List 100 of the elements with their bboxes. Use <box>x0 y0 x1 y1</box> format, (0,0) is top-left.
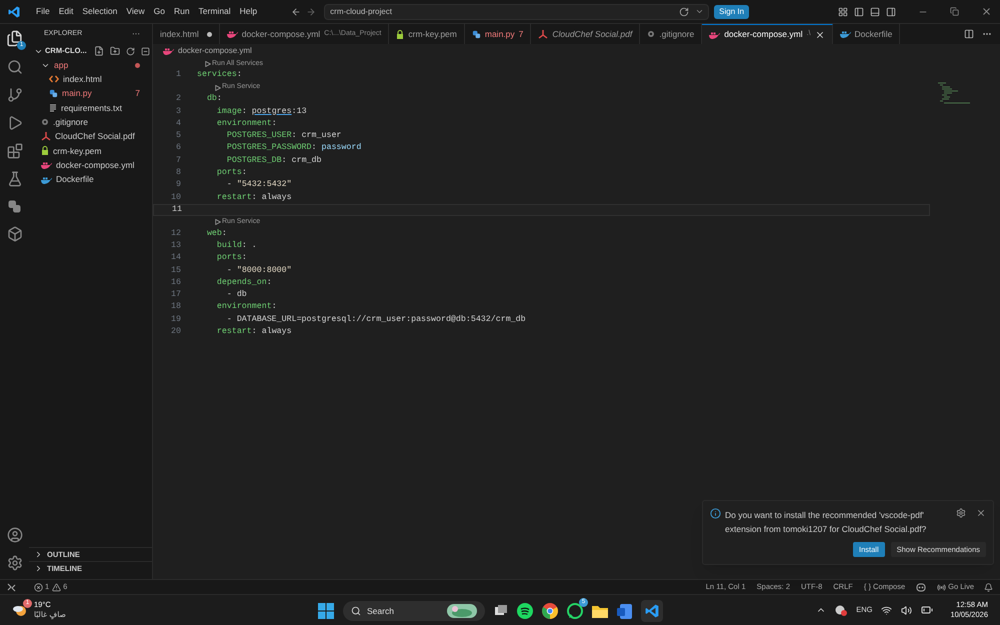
tab-label: main.py <box>484 28 515 40</box>
search-icon[interactable] <box>6 59 22 75</box>
line-number: 7 <box>175 154 181 167</box>
explorer-tree-row[interactable]: index.html <box>29 72 152 87</box>
tab-label: docker-compose.yml <box>724 28 803 41</box>
line-number: 15 <box>170 264 181 277</box>
file-name: Dockerfile <box>56 173 94 186</box>
wifi-icon[interactable] <box>881 604 892 616</box>
chevron-down-icon[interactable] <box>695 7 704 16</box>
bell-icon[interactable] <box>984 582 993 592</box>
code-line: restart: always <box>216 326 292 338</box>
more-actions[interactable]: ··· <box>132 28 140 40</box>
file-name: docker-compose.yml <box>56 158 134 172</box>
whale-file-icon <box>226 30 238 38</box>
close-tab-icon[interactable] <box>814 30 825 40</box>
taskbar-search[interactable]: Search <box>343 601 485 621</box>
close-icon[interactable] <box>976 508 986 518</box>
explorer-tree-row[interactable]: Dockerfile <box>29 172 152 187</box>
pdf-file-icon <box>41 132 51 142</box>
collapse-icon[interactable] <box>140 46 150 56</box>
source-control-icon[interactable] <box>6 87 22 103</box>
remote-icon[interactable] <box>7 582 16 592</box>
forward-icon[interactable] <box>306 6 316 16</box>
sign-in-button[interactable]: Sign In <box>714 4 750 18</box>
settings-icon[interactable] <box>956 508 966 518</box>
search-icon <box>351 606 361 616</box>
spotify-icon[interactable] <box>517 603 533 619</box>
line-number: 3 <box>175 106 181 118</box>
tab-label: docker-compose.yml <box>242 28 320 40</box>
new-file-icon[interactable] <box>94 46 104 56</box>
info-icon <box>710 508 721 519</box>
word-icon[interactable] <box>617 604 632 618</box>
play-outline-icon <box>215 219 221 226</box>
windows-start-icon[interactable] <box>318 603 334 619</box>
flask-icon[interactable] <box>6 171 22 187</box>
restore-icon[interactable] <box>950 7 959 16</box>
code-line: restart: always <box>216 192 292 204</box>
folder-icon[interactable] <box>592 604 608 618</box>
code-line: depends_on: <box>216 276 272 289</box>
warning-icon[interactable] <box>52 582 62 592</box>
play-outline-icon <box>215 84 221 91</box>
menu-item[interactable]: Run <box>170 5 194 18</box>
code-line: environment: <box>216 118 277 130</box>
split-editor-icon[interactable] <box>964 29 974 39</box>
code-line: db: <box>206 93 222 106</box>
task-view-icon[interactable] <box>494 604 508 618</box>
weather-icon[interactable] <box>12 603 28 617</box>
security-icon[interactable] <box>835 604 848 616</box>
code-line: - DATABASE_URL=postgresql://crm_user:password@db:5432/crm_db <box>226 314 526 326</box>
explorer-tree-row[interactable]: CloudChef Social.pdf <box>29 129 152 144</box>
extensions-icon[interactable] <box>6 143 22 159</box>
command-center[interactable]: crm-cloud-project <box>324 4 710 20</box>
close-icon[interactable] <box>981 6 992 17</box>
layout-icon[interactable] <box>838 6 848 16</box>
files-icon[interactable] <box>6 30 23 47</box>
whale-file-icon <box>41 161 52 170</box>
line-number: 5 <box>175 130 181 142</box>
chrome-icon[interactable] <box>542 603 558 619</box>
menu-item[interactable]: View <box>122 5 149 18</box>
battery-icon[interactable] <box>921 604 934 616</box>
explorer-folder-row[interactable]: app <box>29 58 152 72</box>
new-folder-icon[interactable] <box>110 46 120 56</box>
explorer-tree-row[interactable]: crm-key.pem <box>29 144 152 158</box>
volume-icon[interactable] <box>901 604 912 616</box>
menu-item[interactable]: File <box>32 5 54 18</box>
menu-item[interactable]: Selection <box>78 5 122 18</box>
python-icon[interactable] <box>7 199 22 214</box>
explorer-tree-row[interactable]: main.py 7 <box>29 86 152 101</box>
refresh-icon[interactable] <box>126 46 135 56</box>
line-number: 2 <box>175 93 181 106</box>
active-app-tile[interactable] <box>641 600 663 622</box>
error-icon[interactable] <box>34 582 43 592</box>
back-icon[interactable] <box>291 6 302 16</box>
explorer-tree-row[interactable]: docker-compose.yml <box>29 158 152 172</box>
editor-tab[interactable]: Dockerfile <box>832 24 900 44</box>
breadcrumb[interactable]: docker-compose.yml <box>178 45 252 57</box>
tab-label: index.html <box>160 28 199 40</box>
lock-file-icon <box>396 30 404 38</box>
panel-bottom-icon[interactable] <box>870 6 880 16</box>
menu-item[interactable]: Help <box>236 5 262 18</box>
explorer-tree-row[interactable]: requirements.txt <box>29 100 152 116</box>
menu-item[interactable]: Go <box>150 5 169 18</box>
menu-item[interactable]: Edit <box>54 5 78 18</box>
sync-icon[interactable] <box>679 6 690 16</box>
broadcast-icon[interactable] <box>937 582 946 592</box>
menu-item[interactable]: Terminal <box>194 5 235 18</box>
file-name: crm-key.pem <box>53 144 102 158</box>
pdf-file-icon <box>538 30 548 38</box>
panel-left-icon[interactable] <box>854 6 864 16</box>
line-number: 6 <box>175 142 181 154</box>
lock-file-icon <box>41 146 49 156</box>
panel-right-icon[interactable] <box>886 6 896 16</box>
problem-count: 7 <box>518 28 524 40</box>
settings-icon[interactable] <box>6 555 22 571</box>
run-debug-icon[interactable] <box>6 115 22 131</box>
file-name: index.html <box>63 73 102 86</box>
explorer-tree-row[interactable]: .gitignore <box>29 115 152 130</box>
cube-icon[interactable] <box>6 226 22 242</box>
account-icon[interactable] <box>6 527 22 543</box>
code-line: POSTGRES_DB: crm_db <box>226 154 322 167</box>
